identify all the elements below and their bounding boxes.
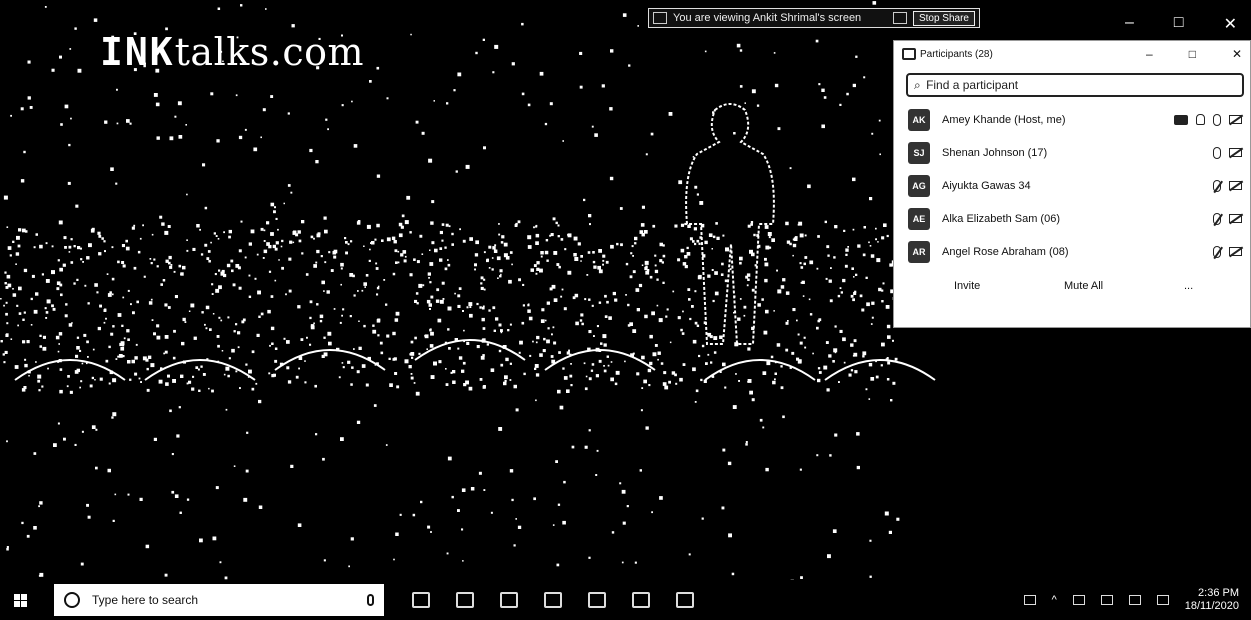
minimize-window-button[interactable]: – — [1125, 14, 1134, 34]
participants-icon — [902, 48, 916, 60]
zoom-icon[interactable] — [676, 592, 694, 608]
share-icon — [1174, 114, 1188, 125]
search-circle-icon — [64, 592, 80, 608]
clock-date: 18/11/2020 — [1184, 600, 1239, 612]
participant-status-icons — [1213, 179, 1242, 192]
pinned-apps — [412, 592, 694, 608]
participants-footer: Invite Mute All ... — [894, 268, 1250, 292]
microphone-muted-icon[interactable] — [1213, 212, 1221, 225]
camera-icon[interactable] — [632, 592, 650, 608]
system-tray: ^ 2:36 PM 18/11/2020 — [1023, 587, 1251, 613]
viewing-label: You are viewing Ankit Shrimal's screen — [673, 12, 862, 24]
windows-logo-icon — [13, 593, 27, 607]
video-off-icon[interactable] — [1229, 247, 1242, 256]
brand-logo: INKtalks.com — [100, 30, 364, 74]
mute-all-button[interactable]: Mute All — [1064, 280, 1184, 292]
close-window-button[interactable]: ✕ — [1224, 14, 1237, 34]
participant-row[interactable]: AG Aiyukta Gawas 34 — [894, 169, 1250, 202]
video-off-icon[interactable] — [1229, 148, 1242, 157]
clock-time: 2:36 PM — [1198, 587, 1239, 599]
video-off-icon[interactable] — [1229, 115, 1242, 124]
volume-icon[interactable] — [1128, 595, 1141, 605]
microphone-icon[interactable] — [1213, 146, 1221, 159]
share-screen-icon[interactable] — [653, 12, 667, 24]
participant-name: Alka Elizabeth Sam (06) — [942, 212, 1060, 225]
microphone-muted-icon[interactable] — [1213, 179, 1221, 192]
network-icon[interactable] — [1023, 595, 1036, 605]
participant-name: Angel Rose Abraham (08) — [942, 245, 1069, 258]
maximize-window-button[interactable]: □ — [1174, 14, 1184, 34]
taskbar-clock[interactable]: 2:36 PM 18/11/2020 — [1185, 587, 1239, 613]
microphone-icon[interactable] — [367, 594, 374, 606]
avatar: AE — [908, 207, 930, 230]
participant-row[interactable]: SJ Shenan Johnson (17) — [894, 136, 1250, 169]
participant-row[interactable]: AE Alka Elizabeth Sam (06) — [894, 202, 1250, 235]
microphone-icon[interactable] — [1213, 113, 1221, 126]
participants-header: Participants (28) – □ ✕ — [894, 41, 1250, 67]
chevron-up-icon[interactable]: ^ — [1052, 594, 1057, 606]
panel-popout-button[interactable]: □ — [1189, 47, 1196, 61]
avatar: SJ — [908, 141, 930, 164]
mail-icon[interactable] — [588, 592, 606, 608]
video-off-icon[interactable] — [1229, 214, 1242, 223]
brand-logo-prefix: INK — [100, 30, 175, 74]
participant-status-icons — [1174, 113, 1242, 126]
shared-screen: INKtalks.com You are viewing Ankit Shrim… — [0, 0, 1251, 580]
avatar: AR — [908, 240, 930, 263]
view-options-icon[interactable] — [892, 12, 907, 24]
participant-row[interactable]: AR Angel Rose Abraham (08) — [894, 235, 1250, 268]
participant-name: Shenan Johnson (17) — [942, 146, 1048, 159]
edge-icon[interactable] — [456, 592, 474, 608]
participant-search-input[interactable] — [924, 77, 1236, 93]
participant-row[interactable]: AK Amey Khande (Host, me) — [894, 103, 1250, 136]
brand-logo-suffix: talks.com — [174, 30, 365, 74]
panel-close-button[interactable]: ✕ — [1232, 47, 1242, 61]
video-off-icon[interactable] — [1229, 181, 1242, 190]
screen-share-toolbar: You are viewing Ankit Shrimal's screen S… — [648, 8, 980, 28]
taskbar-search-input[interactable] — [90, 592, 367, 608]
hand-icon — [1196, 114, 1205, 125]
task-view-icon[interactable] — [412, 592, 430, 608]
stop-share-button[interactable]: Stop Share — [912, 10, 975, 26]
avatar: AG — [908, 174, 930, 197]
taskbar-search-box[interactable] — [54, 584, 384, 616]
window-controls: – □ ✕ — [1125, 14, 1237, 34]
search-icon: ⌕ — [914, 77, 925, 92]
participant-name: Amey Khande (Host, me) — [942, 113, 1066, 126]
wifi-icon[interactable] — [1100, 595, 1113, 605]
battery-icon[interactable] — [1072, 595, 1085, 605]
participant-name: Aiyukta Gawas 34 — [942, 179, 1031, 192]
panel-minimize-button[interactable]: – — [1146, 47, 1153, 61]
participant-status-icons — [1213, 212, 1242, 225]
participants-title: Participants (28) — [920, 48, 993, 60]
start-button[interactable] — [0, 580, 40, 620]
microphone-muted-icon[interactable] — [1213, 245, 1221, 258]
participants-panel: Participants (28) – □ ✕ ⌕ AK Amey Khande… — [893, 40, 1251, 328]
pen-icon[interactable] — [1156, 595, 1169, 605]
windows-taskbar: ^ 2:36 PM 18/11/2020 — [0, 580, 1251, 620]
participant-search-box[interactable]: ⌕ — [906, 73, 1244, 97]
store-icon[interactable] — [544, 592, 562, 608]
file-explorer-icon[interactable] — [500, 592, 518, 608]
participant-list: AK Amey Khande (Host, me) SJ Shenan John… — [894, 103, 1250, 268]
more-options-button[interactable]: ... — [1184, 280, 1193, 292]
invite-button[interactable]: Invite — [954, 280, 1064, 292]
participant-status-icons — [1213, 146, 1242, 159]
avatar: AK — [908, 108, 930, 131]
participant-status-icons — [1213, 245, 1242, 258]
